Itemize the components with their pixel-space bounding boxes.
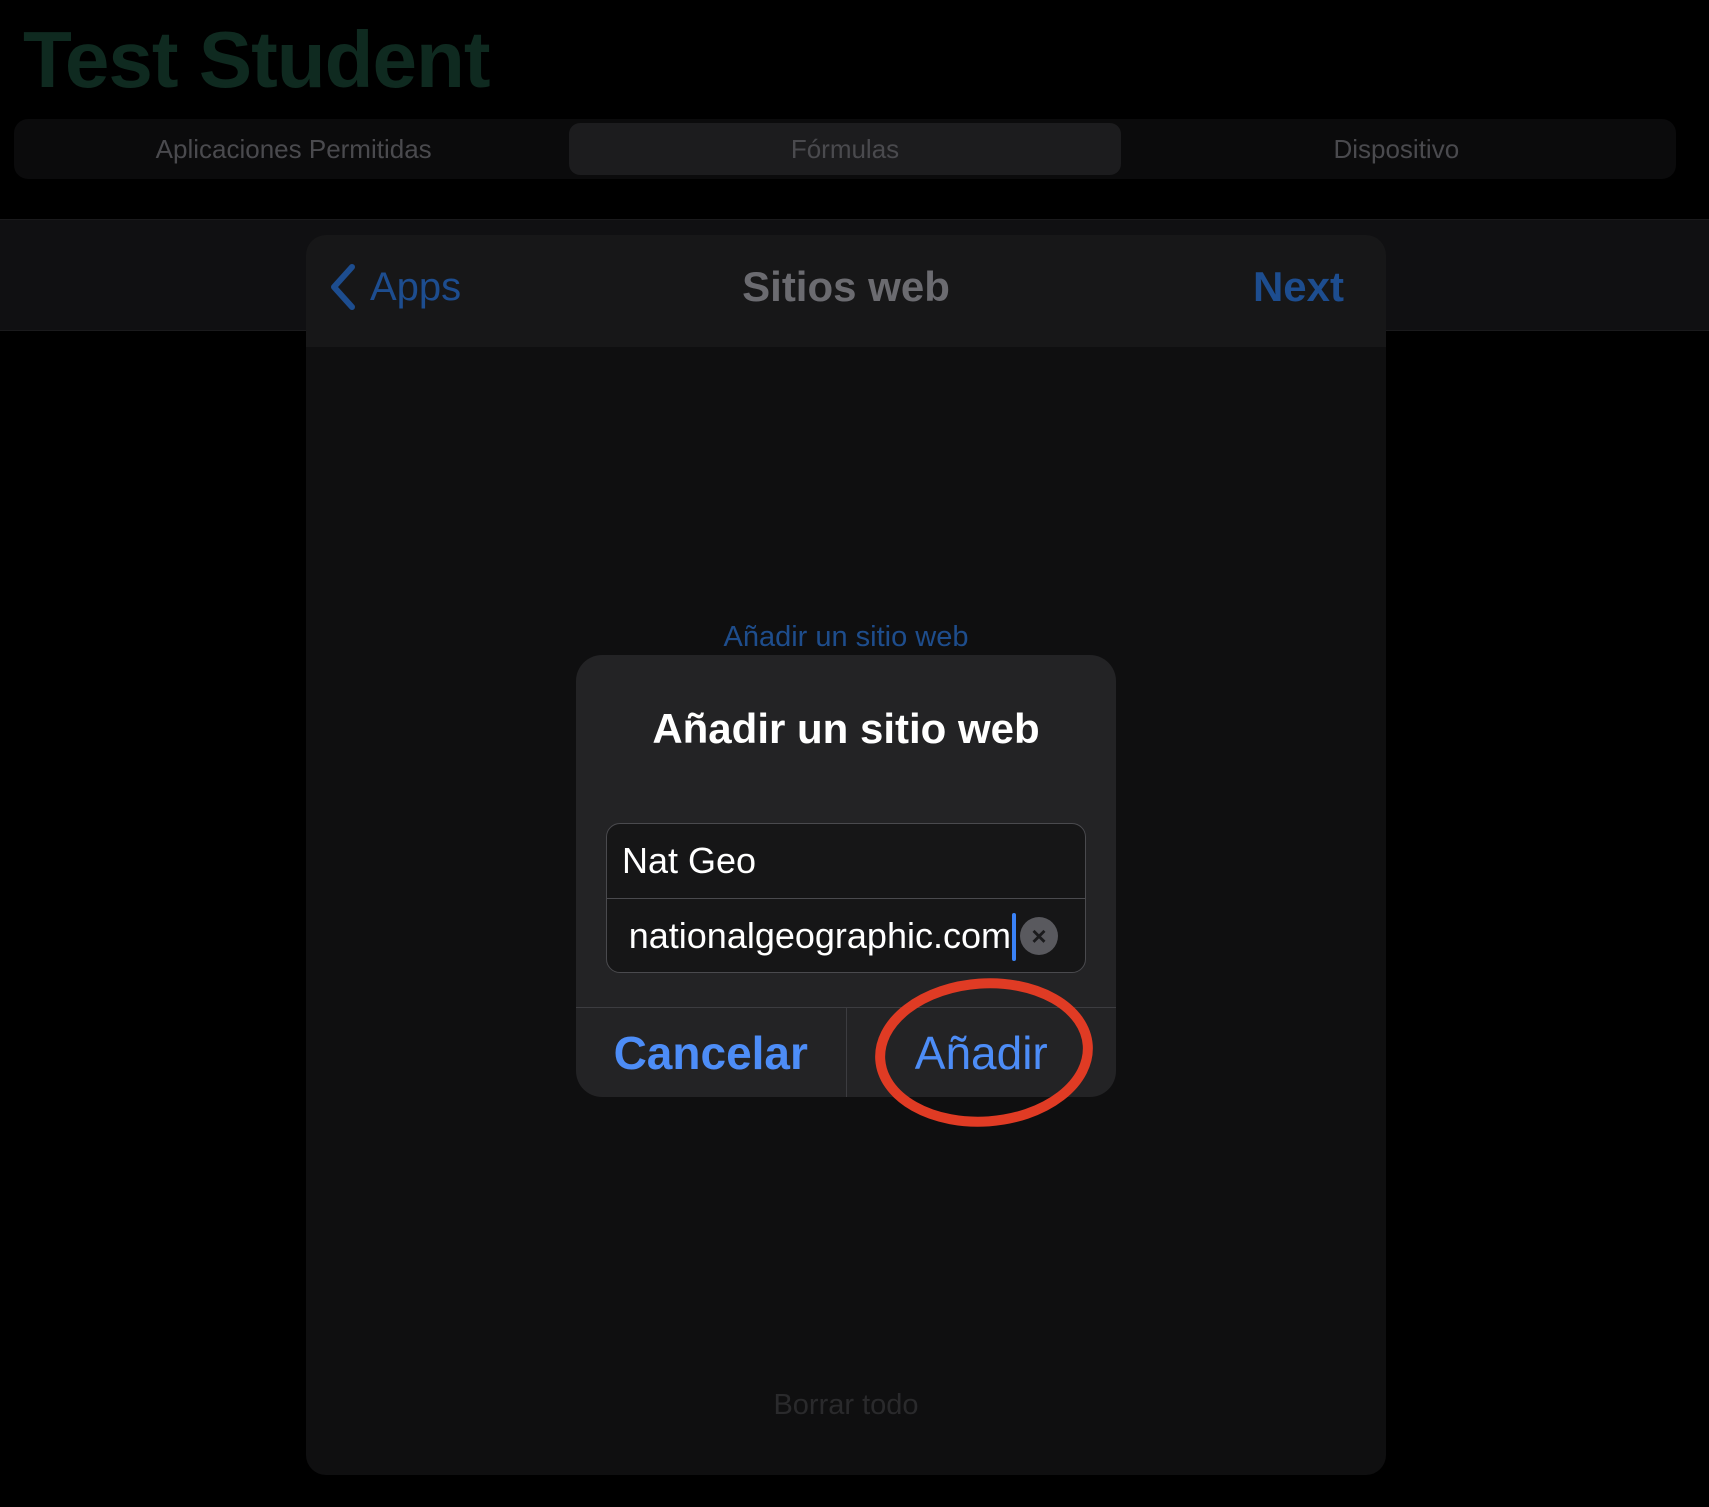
site-url-value: nationalgeographic.com	[628, 915, 1011, 956]
clear-all-button[interactable]: Borrar todo	[306, 1389, 1386, 1422]
sheet-title: Sitios web	[742, 263, 950, 310]
alert-actions: Cancelar Añadir	[576, 1007, 1116, 1097]
add-website-link[interactable]: Añadir un sitio web	[306, 621, 1386, 654]
sheet-navigation-bar: Apps Sitios web Next	[306, 235, 1386, 347]
site-name-field[interactable]: Nat Geo	[607, 824, 1085, 898]
back-button[interactable]: Apps	[330, 259, 461, 315]
tab-formulas[interactable]: Fórmulas	[569, 123, 1121, 175]
segmented-control: Aplicaciones Permitidas Fórmulas Disposi…	[14, 119, 1676, 179]
site-url-field[interactable]: nationalgeographic.com ×	[607, 898, 1085, 972]
add-website-alert: Añadir un sitio web Nat Geo nationalgeog…	[576, 655, 1116, 1097]
cancel-button[interactable]: Cancelar	[576, 1008, 847, 1097]
chevron-left-icon	[331, 264, 355, 310]
alert-title: Añadir un sitio web	[652, 705, 1040, 752]
add-button[interactable]: Añadir	[847, 1008, 1117, 1097]
next-button[interactable]: Next	[1253, 259, 1344, 315]
url-text-clip: nationalgeographic.com	[621, 899, 1011, 972]
text-cursor	[1012, 913, 1016, 961]
tab-dispositivo[interactable]: Dispositivo	[1121, 123, 1672, 175]
back-button-label: Apps	[370, 264, 462, 309]
page-title: Test Student	[23, 15, 491, 104]
tab-aplicaciones-permitidas[interactable]: Aplicaciones Permitidas	[18, 123, 569, 175]
clear-x-icon[interactable]: ×	[1020, 917, 1058, 955]
site-name-value: Nat Geo	[622, 840, 757, 881]
alert-text-fields: Nat Geo nationalgeographic.com ×	[606, 823, 1086, 973]
